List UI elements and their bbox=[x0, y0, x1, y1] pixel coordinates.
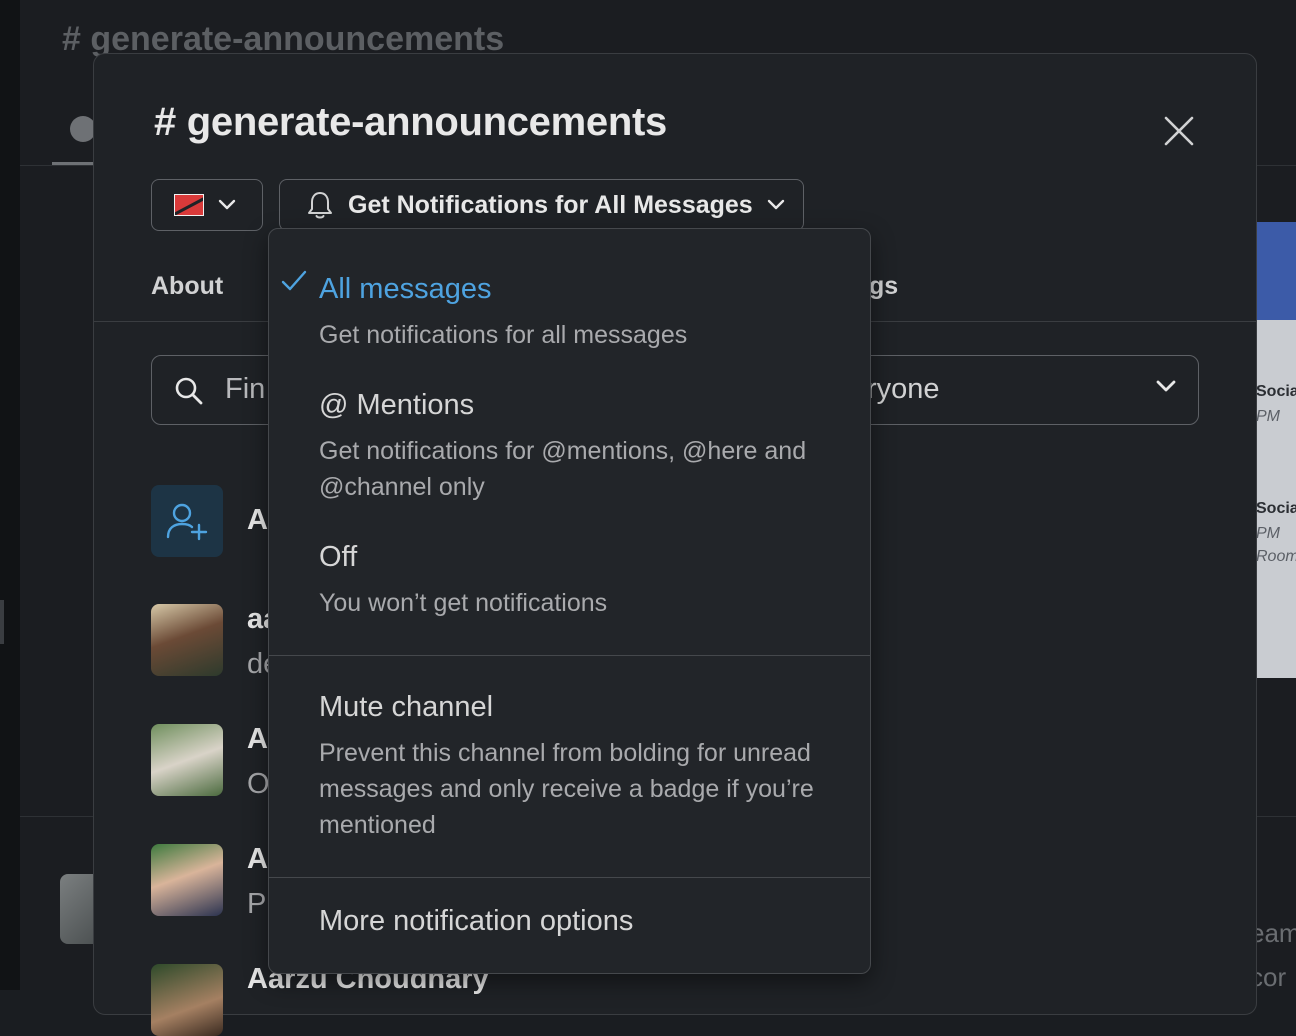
menu-option-description: You won’t get notifications bbox=[319, 589, 608, 617]
search-placeholder: Fin bbox=[225, 373, 266, 405]
add-user-icon bbox=[166, 503, 208, 541]
bell-icon bbox=[308, 192, 332, 219]
modal-title: # generate-announcements bbox=[154, 100, 667, 144]
channel-status-button[interactable] bbox=[151, 179, 263, 231]
notifications-button-label: Get Notifications for All Messages bbox=[348, 190, 753, 219]
menu-divider bbox=[269, 877, 870, 878]
avatar bbox=[151, 844, 223, 916]
avatar bbox=[151, 724, 223, 796]
search-icon bbox=[174, 376, 204, 411]
menu-option-description: Get notifications for @mentions, @here a… bbox=[319, 437, 807, 501]
event-card-header bbox=[1254, 222, 1296, 320]
menu-option-off[interactable]: Off bbox=[319, 541, 357, 574]
add-people-button[interactable] bbox=[151, 485, 223, 557]
notifications-button[interactable]: Get Notifications for All Messages bbox=[279, 179, 804, 231]
chevron-down-icon bbox=[218, 199, 236, 210]
tab-about[interactable]: About bbox=[151, 272, 223, 301]
avatar bbox=[151, 964, 223, 1036]
notifications-menu: All messages Get notifications for all m… bbox=[268, 228, 871, 974]
event-card-text: Room bbox=[1256, 548, 1296, 565]
menu-option-more-notification-options[interactable]: More notification options bbox=[319, 905, 633, 938]
avatar bbox=[151, 604, 223, 676]
sidebar-edge bbox=[0, 0, 20, 990]
event-card-text: Socia bbox=[1256, 383, 1296, 400]
flag-icon bbox=[174, 194, 204, 216]
menu-option-mentions[interactable]: @ Mentions bbox=[319, 389, 474, 422]
menu-option-all-messages[interactable]: All messages bbox=[319, 273, 491, 306]
member-filter-select[interactable]: ryone bbox=[867, 373, 940, 406]
event-card-text: PM bbox=[1256, 525, 1280, 542]
checkmark-icon bbox=[281, 270, 307, 291]
menu-divider bbox=[269, 655, 870, 656]
menu-option-description: Prevent this channel from bolding for un… bbox=[319, 739, 814, 839]
tab-settings[interactable]: gs bbox=[869, 272, 898, 301]
sidebar-handle bbox=[0, 600, 4, 644]
close-icon bbox=[1164, 116, 1194, 146]
menu-option-description: Get notifications for all messages bbox=[319, 321, 688, 349]
member-title: O bbox=[247, 768, 270, 800]
event-card-text: PM bbox=[1256, 408, 1280, 425]
chevron-down-icon[interactable] bbox=[1155, 379, 1177, 393]
chevron-down-icon bbox=[767, 199, 784, 210]
menu-option-mute-channel[interactable]: Mute channel bbox=[319, 691, 493, 724]
close-button[interactable] bbox=[1158, 110, 1200, 152]
event-card-text: Socia bbox=[1256, 500, 1296, 517]
